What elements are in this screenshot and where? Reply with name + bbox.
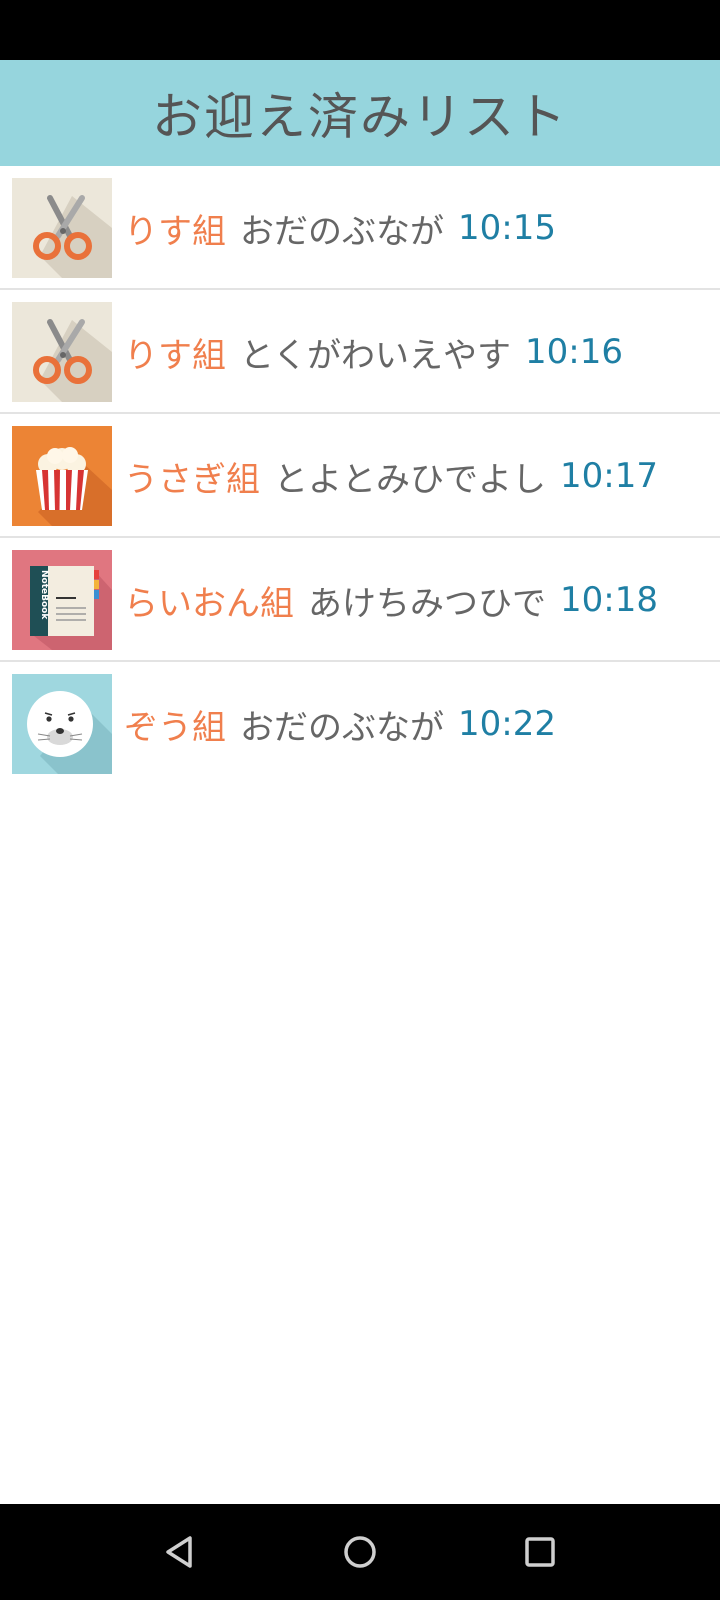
popcorn-icon	[12, 426, 112, 526]
list-item[interactable]: うさぎ組 とよとみひでよし 10:17	[0, 414, 720, 538]
class-name: ぞう組	[124, 707, 226, 748]
class-name: らいおん組	[124, 583, 294, 624]
pickup-time: 10:15	[458, 208, 556, 248]
list-item[interactable]: りす組 とくがわいえやす 10:16	[0, 290, 720, 414]
child-name: あけちみつひで	[308, 583, 546, 624]
seal-icon	[12, 674, 112, 774]
app-header: お迎え済みリスト	[0, 60, 720, 166]
back-icon[interactable]	[152, 1524, 208, 1580]
child-name: おだのぶなが	[240, 707, 444, 748]
home-icon[interactable]	[332, 1524, 388, 1580]
list-item[interactable]: りす組 おだのぶなが 10:15	[0, 166, 720, 290]
notebook-icon: NoteBook	[12, 550, 112, 650]
pickup-time: 10:18	[560, 580, 658, 620]
picked-up-list: りす組 おだのぶなが 10:15 りす組 とくがわいえやす 10:16 うさぎ組…	[0, 166, 720, 786]
scissors-icon	[12, 302, 112, 402]
child-name: とよとみひでよし	[274, 459, 546, 500]
class-name: りす組	[124, 211, 226, 252]
recents-icon[interactable]	[512, 1524, 568, 1580]
child-name: おだのぶなが	[240, 211, 444, 252]
class-name: うさぎ組	[124, 459, 260, 500]
class-name: りす組	[124, 335, 226, 376]
pickup-time: 10:22	[458, 704, 556, 744]
pickup-time: 10:16	[524, 332, 623, 372]
scissors-icon	[12, 178, 112, 278]
pickup-time: 10:17	[560, 456, 658, 496]
page-title: お迎え済みリスト	[152, 88, 568, 146]
list-item[interactable]: ぞう組 おだのぶなが 10:22	[0, 662, 720, 786]
status-bar	[0, 0, 720, 60]
list-item[interactable]: NoteBook らいおん組 あけちみつひで 10:18	[0, 538, 720, 662]
system-nav-bar	[0, 1504, 720, 1600]
notebook-label: NoteBook	[39, 570, 49, 620]
child-name: とくがわいえやす	[240, 335, 511, 376]
